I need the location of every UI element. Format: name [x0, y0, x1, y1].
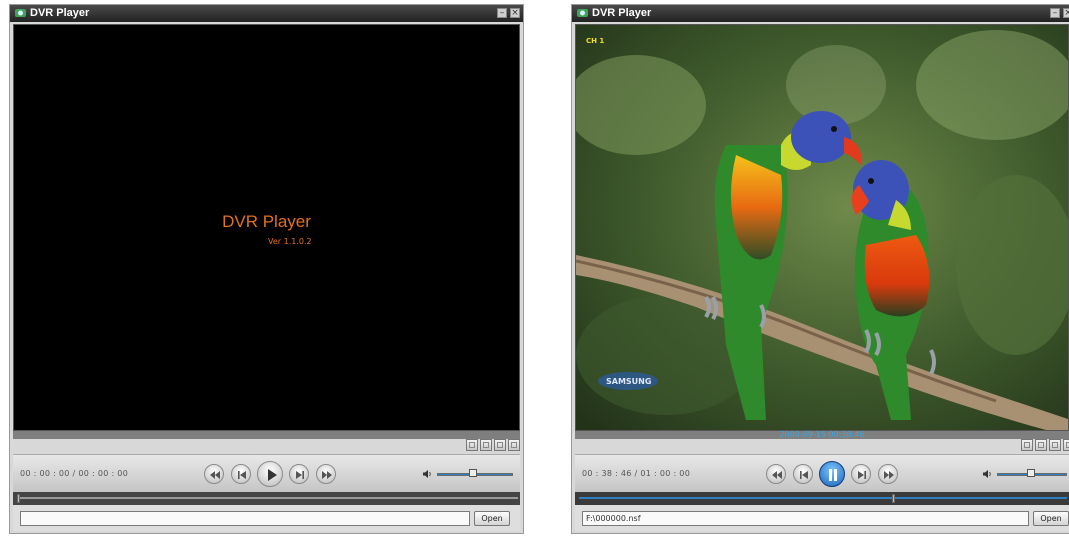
speaker-icon[interactable]: [423, 470, 432, 478]
video-frame-parrots: SAMSUNG: [576, 25, 1068, 430]
next-icon: [858, 471, 866, 479]
previous-button[interactable]: [793, 464, 813, 484]
nine-view-icon[interactable]: [1049, 439, 1061, 451]
timestamp-overlay: 2009-09-15 00:38:46: [779, 430, 865, 439]
next-button[interactable]: [851, 464, 871, 484]
fast-forward-icon: [884, 471, 894, 479]
minimize-icon[interactable]: –: [1050, 8, 1060, 18]
previous-button[interactable]: [231, 464, 251, 484]
previous-icon: [238, 471, 246, 479]
rewind-button[interactable]: [204, 464, 224, 484]
status-strip: 2009-09-15 00:38:46: [575, 430, 1069, 439]
rewind-button[interactable]: [766, 464, 786, 484]
volume-knob[interactable]: [469, 469, 477, 477]
title-bar[interactable]: DVR Player – ×: [572, 5, 1069, 22]
close-icon[interactable]: ×: [1063, 8, 1069, 18]
time-display: 00 : 00 : 00 / 00 : 00 : 00: [20, 469, 129, 478]
nine-view-icon[interactable]: [494, 439, 506, 451]
seek-track[interactable]: [17, 497, 518, 499]
file-path-field[interactable]: [20, 511, 470, 526]
fast-forward-icon: [322, 471, 332, 479]
pause-button[interactable]: [819, 461, 845, 487]
app-icon: [577, 9, 588, 17]
seek-bar[interactable]: [575, 492, 1069, 505]
quad-view-icon[interactable]: [1035, 439, 1047, 451]
video-display[interactable]: DVR Player Ver 1.1.0.2: [13, 24, 520, 431]
file-path-field[interactable]: F:\000000.nsf: [582, 511, 1029, 526]
channel-label: CH 1: [586, 37, 605, 45]
dvr-player-window-idle: DVR Player – × DVR Player Ver 1.1.0.2 00…: [9, 4, 524, 534]
sixteen-view-icon[interactable]: [1063, 439, 1069, 451]
single-view-icon[interactable]: [1021, 439, 1033, 451]
minimize-icon[interactable]: –: [497, 8, 507, 18]
seek-knob[interactable]: [891, 494, 895, 503]
quad-view-icon[interactable]: [480, 439, 492, 451]
video-display[interactable]: SAMSUNG CH 1: [575, 24, 1069, 431]
seek-knob[interactable]: [17, 494, 20, 503]
close-icon[interactable]: ×: [510, 8, 520, 18]
play-button[interactable]: [257, 461, 283, 487]
layout-buttons: [1021, 439, 1069, 455]
fast-forward-button[interactable]: [878, 464, 898, 484]
sixteen-view-icon[interactable]: [508, 439, 520, 451]
file-bar: Open: [13, 505, 520, 531]
samsung-watermark: SAMSUNG: [606, 377, 651, 386]
splash-title: DVR Player: [222, 212, 311, 231]
next-button[interactable]: [289, 464, 309, 484]
open-button[interactable]: Open: [1033, 511, 1069, 526]
play-icon: [268, 469, 277, 481]
window-title: DVR Player: [592, 7, 652, 19]
control-bar: 00 : 38 : 46 / 01 : 00 : 00: [575, 454, 1069, 493]
volume-knob[interactable]: [1027, 469, 1035, 477]
previous-icon: [800, 471, 808, 479]
seek-track[interactable]: [579, 497, 1067, 499]
rewind-icon: [772, 471, 782, 479]
title-bar[interactable]: DVR Player – ×: [10, 5, 523, 22]
speaker-icon[interactable]: [983, 470, 992, 478]
control-bar: 00 : 00 : 00 / 00 : 00 : 00: [13, 454, 520, 493]
seek-bar[interactable]: [13, 492, 520, 505]
window-title: DVR Player: [30, 7, 90, 19]
dvr-player-window-playing: DVR Player – × SAMSUNG CH 1 2009-09-15 0…: [571, 4, 1069, 534]
time-display: 00 : 38 : 46 / 01 : 00 : 00: [582, 469, 691, 478]
rewind-icon: [210, 471, 220, 479]
status-strip: [13, 431, 520, 439]
single-view-icon[interactable]: [466, 439, 478, 451]
splash-version: Ver 1.1.0.2: [268, 237, 312, 246]
app-icon: [15, 9, 26, 17]
file-bar: F:\000000.nsf Open: [575, 505, 1069, 531]
next-icon: [296, 471, 304, 479]
layout-buttons: [466, 439, 520, 455]
open-button[interactable]: Open: [474, 511, 510, 526]
pause-icon: [829, 469, 837, 481]
fast-forward-button[interactable]: [316, 464, 336, 484]
